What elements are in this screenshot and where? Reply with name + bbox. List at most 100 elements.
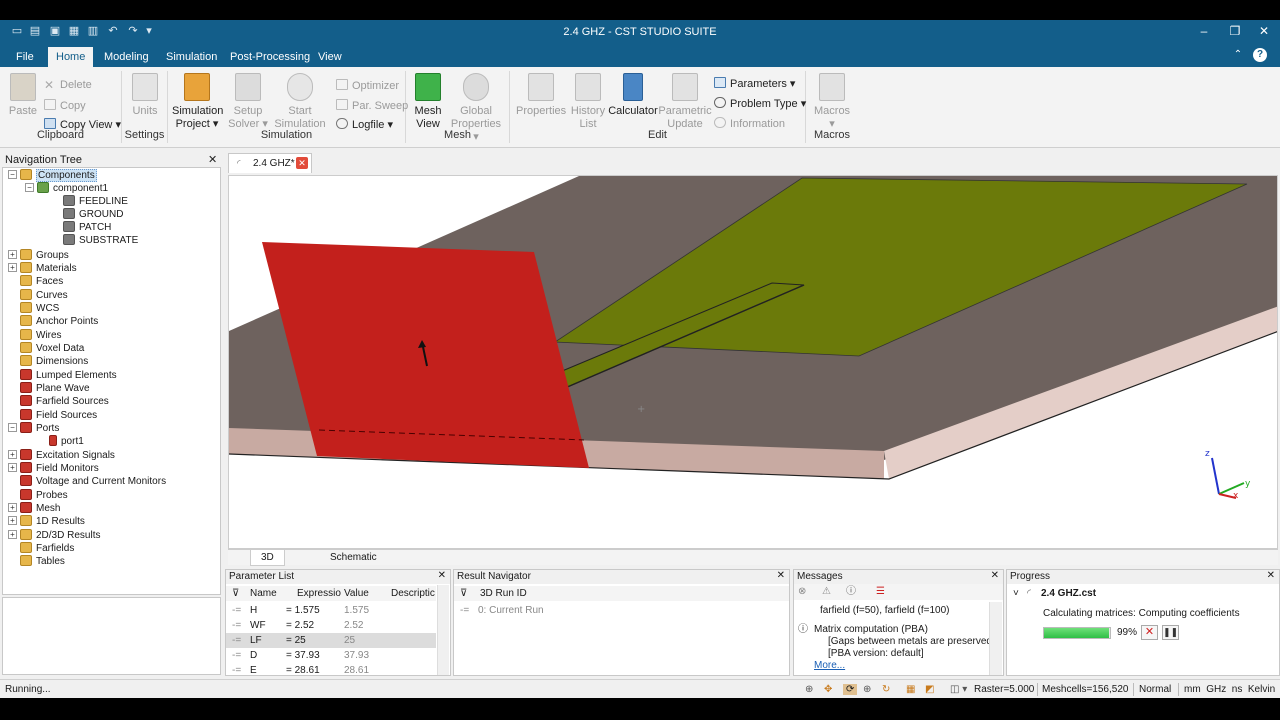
warning-filter-icon[interactable]: ⚠ (822, 584, 831, 599)
abort-simulation-button[interactable]: ✕ (1141, 625, 1158, 640)
close-progress-button[interactable]: ✕ (1267, 570, 1275, 581)
history-list-button[interactable]: History List (568, 73, 608, 131)
collapse-icon[interactable]: − (8, 423, 17, 432)
column-value[interactable]: Value (344, 586, 369, 601)
zoom-icon[interactable]: ⊕ (805, 684, 813, 695)
tree-item-component1[interactable]: − component1 (25, 182, 108, 195)
tree-item-groups[interactable]: + Groups (8, 249, 69, 262)
tab-view[interactable]: View (310, 49, 350, 67)
tree-item-mesh[interactable]: + Mesh (8, 502, 60, 515)
reset-view-icon[interactable]: ▦ (906, 684, 915, 695)
shading-icon[interactable]: ◩ (925, 684, 934, 695)
tree-item-field-monitors[interactable]: + Field Monitors (8, 462, 99, 475)
table-row[interactable]: -= D = 37.93 37.93 (226, 648, 436, 663)
expand-icon[interactable]: + (8, 516, 17, 525)
tree-item-excitation-signals[interactable]: + Excitation Signals (8, 449, 115, 462)
table-row[interactable]: -= E = 28.61 28.61 (226, 663, 436, 675)
simulation-project-button[interactable]: Simulation Project ▾ (172, 73, 223, 131)
close-parameter-list-button[interactable]: ✕ (438, 570, 446, 581)
tree-item-probes[interactable]: Probes (20, 489, 68, 502)
expand-icon[interactable]: + (8, 463, 17, 472)
clear-messages-icon[interactable]: ⊗ (798, 584, 806, 599)
units-button[interactable]: Units (130, 73, 160, 118)
tree-item-port1[interactable]: port1 (49, 435, 84, 448)
collapse-icon[interactable]: − (25, 183, 34, 192)
mode-value[interactable]: Normal (1139, 684, 1171, 695)
setup-solver-button[interactable]: Setup Solver ▾ (226, 73, 270, 131)
document-tab[interactable]: ◜ 2.4 GHZ* ✕ (228, 153, 312, 173)
tab-3d[interactable]: 3D (250, 550, 285, 566)
filter-icon[interactable]: ⊽ (460, 586, 467, 601)
expand-icon[interactable]: + (8, 250, 17, 259)
help-icon[interactable]: ? (1253, 48, 1267, 62)
parametric-update-button[interactable]: Parametric Update (658, 73, 712, 131)
tree-item-field-sources[interactable]: Field Sources (20, 409, 97, 422)
collapse-ribbon-icon[interactable]: ⌃ (1228, 49, 1248, 60)
rotate-icon[interactable]: ⟳ (843, 684, 858, 695)
tab-home[interactable]: Home (48, 47, 94, 67)
expand-icon[interactable]: + (8, 450, 17, 459)
calculator-button[interactable]: Calculator (608, 73, 658, 118)
param-expression[interactable]: = 37.93 (286, 648, 320, 663)
messages-scrollbar[interactable] (989, 602, 1002, 675)
collapse-icon[interactable]: − (8, 170, 17, 179)
more-link[interactable]: More... (814, 658, 845, 673)
table-row[interactable]: -= WF = 2.52 2.52 (226, 618, 436, 633)
properties-button[interactable]: Properties (516, 73, 566, 118)
expand-icon[interactable]: + (8, 530, 17, 539)
tab-post-processing[interactable]: Post-Processing (222, 49, 318, 67)
param-expression[interactable]: = 1.575 (286, 603, 320, 618)
filter-icon[interactable]: ⊽ (232, 586, 239, 601)
tree-item-faces[interactable]: Faces (20, 275, 63, 288)
tree-item-ground[interactable]: GROUND (63, 208, 123, 221)
spin-icon[interactable]: ↻ (882, 684, 890, 695)
view-cube-icon[interactable]: ◫ ▾ (950, 684, 967, 695)
tab-schematic[interactable]: Schematic (320, 550, 387, 566)
close-messages-button[interactable]: ✕ (991, 570, 999, 581)
param-expression[interactable]: = 25 (286, 633, 306, 648)
3d-viewport[interactable]: + z y x (228, 175, 1278, 549)
tree-item-materials[interactable]: + Materials (8, 262, 77, 275)
tree-item-plane-wave[interactable]: Plane Wave (20, 382, 90, 395)
problem-type-button[interactable]: Problem Type ▾ (714, 97, 806, 110)
error-filter-icon[interactable]: ☰ (876, 584, 885, 599)
tree-item-dimensions[interactable]: Dimensions (20, 355, 88, 368)
pause-simulation-button[interactable]: ❚❚ (1162, 625, 1179, 640)
tree-item-ports[interactable]: − Ports (8, 422, 59, 435)
close-result-navigator-button[interactable]: ✕ (777, 570, 785, 581)
tree-item-farfield-sources[interactable]: Farfield Sources (20, 395, 109, 408)
tree-item-feedline[interactable]: FEEDLINE (63, 195, 128, 208)
info-filter-icon[interactable]: ⓘ (846, 584, 856, 599)
mesh-view-button[interactable]: Mesh View (412, 73, 444, 131)
tree-item-lumped-elements[interactable]: Lumped Elements (20, 369, 117, 382)
tree-item-1d-results[interactable]: +1D Results (8, 515, 85, 528)
minimize-button[interactable]: – (1194, 24, 1214, 38)
expand-icon[interactable]: + (8, 263, 17, 272)
table-row[interactable]: -= 0: Current Run (454, 603, 789, 618)
tree-item-anchor-points[interactable]: Anchor Points (20, 315, 98, 328)
tree-item-wcs[interactable]: WCS (20, 302, 59, 315)
units-value[interactable]: mm GHz ns Kelvin (1184, 684, 1275, 695)
parameter-list-scrollbar[interactable] (437, 585, 449, 675)
paste-button[interactable]: Paste (8, 73, 38, 118)
tree-item-patch[interactable]: PATCH (63, 221, 111, 234)
tab-modeling[interactable]: Modeling (96, 49, 157, 67)
tree-item-voltage-current-monitors[interactable]: Voltage and Current Monitors (20, 475, 166, 488)
close-window-button[interactable]: ✕ (1254, 24, 1274, 38)
column-name[interactable]: Name (250, 586, 277, 601)
column-expression[interactable]: Expressio (297, 586, 341, 601)
tab-simulation[interactable]: Simulation (158, 49, 225, 67)
close-navigation-tree-button[interactable]: ✕ (208, 153, 217, 166)
expand-icon[interactable]: + (8, 503, 17, 512)
parameters-button[interactable]: Parameters ▾ (714, 77, 795, 90)
zoom-fit-icon[interactable]: ⊕ (863, 684, 871, 695)
param-expression[interactable]: = 28.61 (286, 663, 320, 675)
tree-item-substrate[interactable]: SUBSTRATE (63, 234, 138, 247)
close-document-icon[interactable]: ✕ (296, 157, 308, 169)
tree-item-wires[interactable]: Wires (20, 329, 62, 342)
delete-button[interactable]: ✕ Delete (44, 79, 92, 91)
column-description[interactable]: Descriptic (391, 586, 435, 601)
tab-file[interactable]: File (8, 49, 42, 67)
pan-icon[interactable]: ✥ (824, 684, 832, 695)
start-simulation-button[interactable]: Start Simulation (274, 73, 326, 131)
